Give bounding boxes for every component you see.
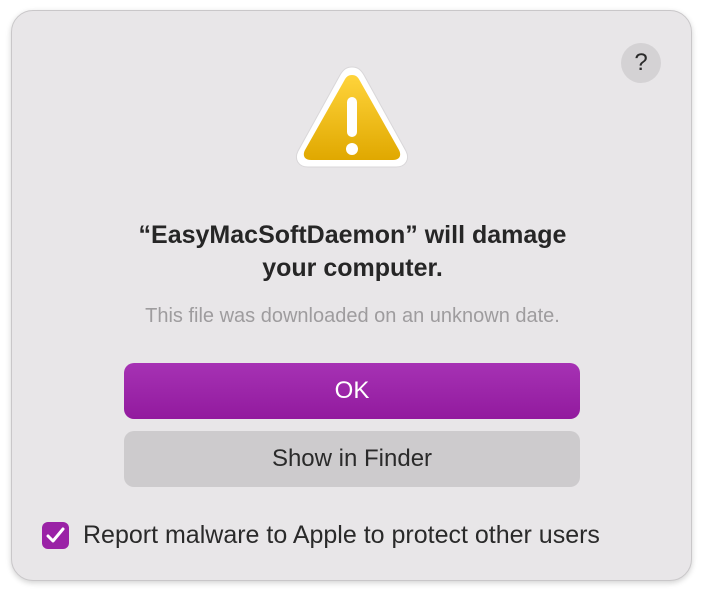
alert-dialog: ? “EasyMacSoftDaemon” will damage your c… xyxy=(11,10,692,581)
report-malware-label: Report malware to Apple to protect other… xyxy=(83,520,600,549)
checkmark-icon xyxy=(46,527,65,542)
warning-triangle-icon xyxy=(292,61,412,173)
show-in-finder-button[interactable]: Show in Finder xyxy=(124,431,580,487)
report-malware-checkbox[interactable] xyxy=(42,521,69,549)
alert-subtitle: This file was downloaded on an unknown d… xyxy=(145,305,560,327)
alert-title: “EasyMacSoftDaemon” will damage your com… xyxy=(12,219,693,285)
help-button[interactable]: ? xyxy=(621,43,661,83)
alert-title-line-1: “EasyMacSoftDaemon” will damage xyxy=(138,221,567,249)
report-malware-row: Report malware to Apple to protect other… xyxy=(42,519,600,551)
ok-button[interactable]: OK xyxy=(124,363,580,419)
alert-title-line-2: your computer. xyxy=(262,254,443,282)
